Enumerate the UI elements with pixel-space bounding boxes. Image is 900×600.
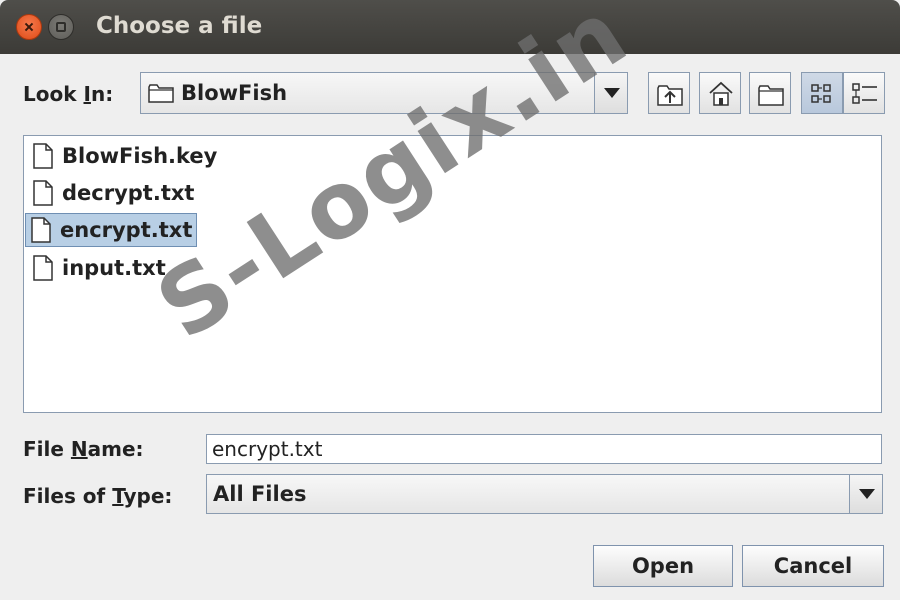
list-view-icon bbox=[811, 84, 831, 103]
file-icon bbox=[33, 180, 53, 206]
file-type-dropdown-arrow[interactable] bbox=[849, 475, 882, 513]
file-type-label: Files of Type: bbox=[23, 484, 173, 508]
minimize-window-button[interactable] bbox=[48, 14, 74, 40]
home-button[interactable] bbox=[699, 72, 741, 114]
open-button[interactable]: Open bbox=[593, 545, 733, 587]
file-item[interactable]: decrypt.txt bbox=[28, 176, 198, 210]
file-name-input[interactable] bbox=[206, 434, 882, 464]
look-in-folder-name: BlowFish bbox=[181, 81, 288, 105]
close-window-button[interactable] bbox=[16, 14, 42, 40]
up-one-level-button[interactable] bbox=[648, 72, 690, 114]
cancel-button[interactable]: Cancel bbox=[742, 545, 884, 587]
file-name: decrypt.txt bbox=[62, 181, 195, 205]
file-name: encrypt.txt bbox=[60, 218, 193, 242]
file-icon bbox=[33, 255, 53, 281]
window-title: Choose a file bbox=[96, 13, 263, 39]
list-view-button[interactable] bbox=[801, 72, 843, 114]
up-one-level-icon bbox=[657, 85, 683, 106]
file-item-selected[interactable]: encrypt.txt bbox=[25, 213, 198, 247]
file-icon bbox=[31, 217, 51, 243]
file-type-value: All Files bbox=[213, 482, 307, 506]
details-view-icon bbox=[852, 83, 877, 104]
details-view-button[interactable] bbox=[843, 72, 885, 114]
look-in-value: BlowFish bbox=[147, 73, 287, 113]
file-icon bbox=[33, 143, 53, 169]
file-item[interactable]: BlowFish.key bbox=[28, 139, 221, 173]
file-type-combo[interactable]: All Files bbox=[206, 474, 883, 514]
file-name-label: File Name: bbox=[23, 437, 144, 461]
file-name: BlowFish.key bbox=[62, 144, 218, 168]
folder-icon bbox=[148, 84, 174, 103]
home-icon bbox=[709, 81, 733, 106]
new-folder-icon bbox=[758, 85, 784, 106]
title-bar: Choose a file bbox=[0, 0, 900, 54]
new-folder-button[interactable] bbox=[749, 72, 791, 114]
look-in-label: Look In: bbox=[23, 82, 114, 106]
